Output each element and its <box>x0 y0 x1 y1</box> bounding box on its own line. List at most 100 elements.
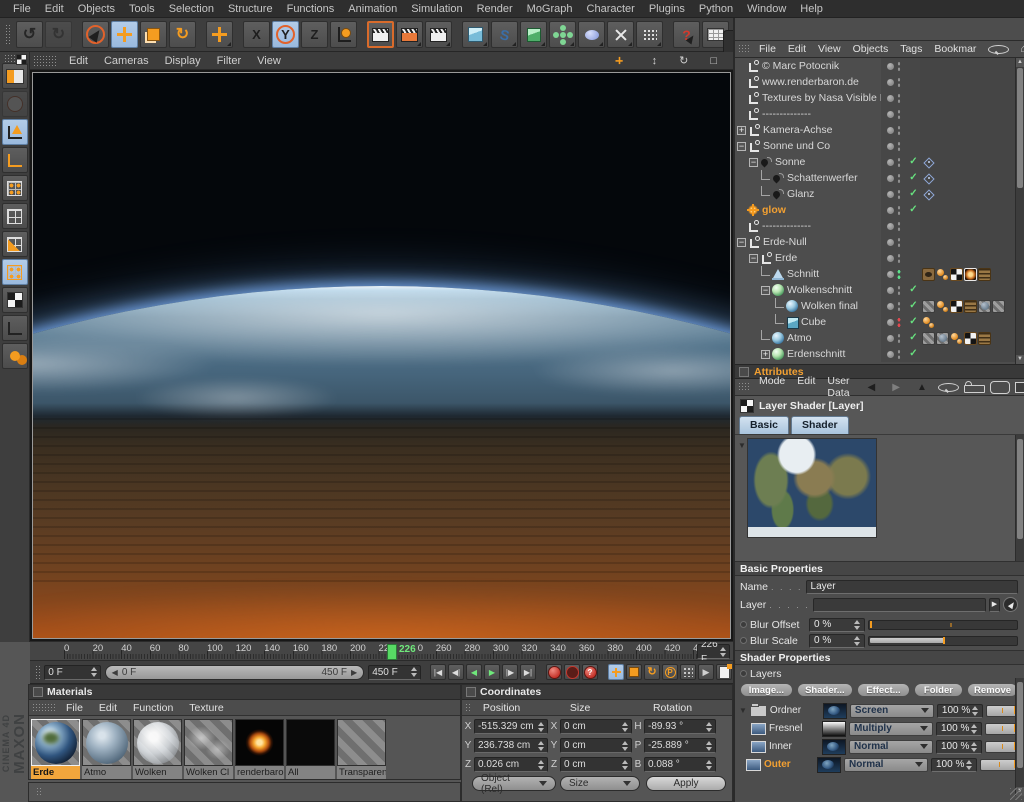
object-label[interactable]: -------------- <box>759 108 881 120</box>
keyframe-presets-button[interactable] <box>716 664 732 680</box>
polygons-mode-button[interactable] <box>2 231 28 257</box>
layer-row-outer[interactable]: Outer Normal 100 % <box>735 756 1024 773</box>
stepper-arrows-icon[interactable] <box>91 667 97 677</box>
blur-offset-field[interactable]: 0 % <box>809 618 865 632</box>
model-mode-disabled-button[interactable] <box>2 91 28 117</box>
goto-start-button[interactable]: |◀ <box>430 664 446 680</box>
tree-row-renderbaron[interactable]: www.renderbaron.de <box>735 74 1024 90</box>
texture-tag-icon[interactable] <box>922 300 935 313</box>
opacity-field[interactable]: 100 % <box>937 704 983 718</box>
apply-button[interactable]: Apply <box>646 776 726 791</box>
collapse-toggle[interactable]: − <box>761 286 770 295</box>
maximize-view-icon[interactable]: □ <box>702 55 725 67</box>
target-tag-icon[interactable] <box>922 172 935 185</box>
texture-tag-icon[interactable] <box>950 268 963 281</box>
render-picture-viewer-button[interactable] <box>396 21 423 48</box>
objects-menu-item-bookmar[interactable]: Bookmar <box>928 43 982 55</box>
render-settings-button[interactable] <box>425 21 452 48</box>
layer-name[interactable]: Inner <box>769 741 819 752</box>
layer-thumbnail[interactable] <box>823 703 847 719</box>
model-mode-button[interactable] <box>2 119 28 145</box>
material-wolken-clouds[interactable]: Wolken Cl <box>184 719 233 779</box>
blend-mode-dropdown[interactable]: Multiply <box>849 722 933 736</box>
material-name[interactable]: All <box>286 766 335 779</box>
layer-dot-icon[interactable] <box>887 111 894 118</box>
layer-dot-icon[interactable] <box>887 351 894 358</box>
layer-dot-icon[interactable] <box>887 255 894 262</box>
previous-key-button[interactable]: ◀| <box>448 664 464 680</box>
record-keyframe-button[interactable] <box>546 664 562 680</box>
tab-shader[interactable]: Shader <box>791 416 849 434</box>
coordinate-system-button[interactable] <box>330 21 357 48</box>
rotation-p-field[interactable]: -25.889 ° <box>644 738 716 753</box>
autokey-button[interactable] <box>564 664 580 680</box>
slider-handle[interactable] <box>870 621 872 628</box>
tree-row-erde-null[interactable]: − Erde-Null <box>735 234 1024 250</box>
enabled-check-icon[interactable]: ✓ <box>907 314 920 330</box>
scrollbar-thumb[interactable] <box>1017 682 1023 768</box>
visibility-dots-icon[interactable] <box>897 301 901 312</box>
visibility-dots-icon[interactable] <box>897 189 901 200</box>
object-label[interactable]: Textures by Nasa Visible Eart <box>759 92 881 104</box>
timeline-ruler[interactable]: 0204060801001201401601802002202402602803… <box>30 641 733 661</box>
materials-titlebar[interactable]: Materials <box>29 685 460 700</box>
position-y-field[interactable]: 236.738 cm <box>474 738 548 753</box>
menu-item-functions[interactable]: Functions <box>280 0 342 18</box>
sketch-tag-icon[interactable] <box>964 300 977 313</box>
add-deformer-button[interactable] <box>607 21 634 48</box>
enabled-check-icon[interactable]: ✓ <box>907 170 920 186</box>
tree-row-marc-potocnik[interactable]: © Marc Potocnik <box>735 58 1024 74</box>
add-metaball-button[interactable] <box>578 21 605 48</box>
coordinate-mode-dropdown[interactable]: Object (Rel) <box>472 776 556 791</box>
current-frame-field[interactable]: 226 F <box>697 644 730 659</box>
undo-button[interactable]: ↺ <box>16 21 43 48</box>
status-grip[interactable] <box>36 787 43 797</box>
viewport-menu-item-filter[interactable]: Filter <box>209 55 249 67</box>
layer-dot-icon[interactable] <box>887 143 894 150</box>
blur-scale-field[interactable]: 0 % <box>809 634 865 648</box>
object-axis-mode-button[interactable] <box>2 147 28 173</box>
tree-row-separator[interactable]: -------------- <box>735 106 1024 122</box>
collapse-toggle[interactable]: − <box>737 142 746 151</box>
compositing-tag-icon[interactable] <box>922 316 935 329</box>
objects-menu-item-file[interactable]: File <box>753 43 782 55</box>
search-icon[interactable] <box>938 383 959 392</box>
materials-grip[interactable] <box>32 703 55 713</box>
add-mograph-button[interactable] <box>549 21 576 48</box>
layer-dot-icon[interactable] <box>887 271 894 278</box>
basic-properties-header[interactable]: Basic Properties <box>735 561 1024 576</box>
object-label[interactable]: www.renderbaron.de <box>759 76 881 88</box>
stepper-arrows-icon[interactable] <box>622 760 628 770</box>
collapse-toggle[interactable]: − <box>737 238 746 247</box>
layer-field[interactable] <box>813 598 986 612</box>
objects-menu-item-view[interactable]: View <box>812 43 847 55</box>
layer-dot-icon[interactable] <box>887 191 894 198</box>
opacity-field[interactable]: 100 % <box>936 722 982 736</box>
layer-browse-button[interactable]: ▶ <box>989 598 1000 612</box>
menu-item-edit[interactable]: Edit <box>38 0 71 18</box>
tree-scrollbar[interactable]: ▲ ▼ <box>1015 58 1024 364</box>
size-y-field[interactable]: 0 cm <box>560 738 632 753</box>
attributes-grip[interactable] <box>738 382 750 392</box>
visibility-dots-icon[interactable] <box>897 93 901 104</box>
opacity-slider[interactable] <box>985 723 1018 735</box>
visibility-dots-icon[interactable] <box>897 157 901 168</box>
object-label[interactable]: Schattenwerfer <box>784 172 881 184</box>
visibility-dots-icon[interactable] <box>897 61 901 72</box>
material-atmo[interactable]: Atmo <box>82 719 131 779</box>
object-label[interactable]: Cube <box>798 316 881 328</box>
display-tag-icon[interactable] <box>922 268 935 281</box>
size-z-field[interactable]: 0 cm <box>560 757 632 772</box>
material-wolken[interactable]: Wolken <box>133 719 182 779</box>
layer-thumbnail[interactable] <box>822 739 846 755</box>
layer-dot-icon[interactable] <box>887 63 894 70</box>
object-label[interactable]: Glanz <box>784 188 881 200</box>
layer-thumbnail[interactable] <box>822 721 846 737</box>
tree-row-schattenwerfer[interactable]: Schattenwerfer ✓ <box>735 170 1024 186</box>
tree-row-atmo[interactable]: Atmo ✓ <box>735 330 1024 346</box>
materials-menu-item-texture[interactable]: Texture <box>181 702 231 714</box>
shader-properties-header[interactable]: Shader Properties <box>735 650 1024 665</box>
key-bullet-icon[interactable] <box>740 621 747 628</box>
snap-settings-button[interactable] <box>2 343 28 369</box>
scale-tool-button[interactable] <box>140 21 167 48</box>
